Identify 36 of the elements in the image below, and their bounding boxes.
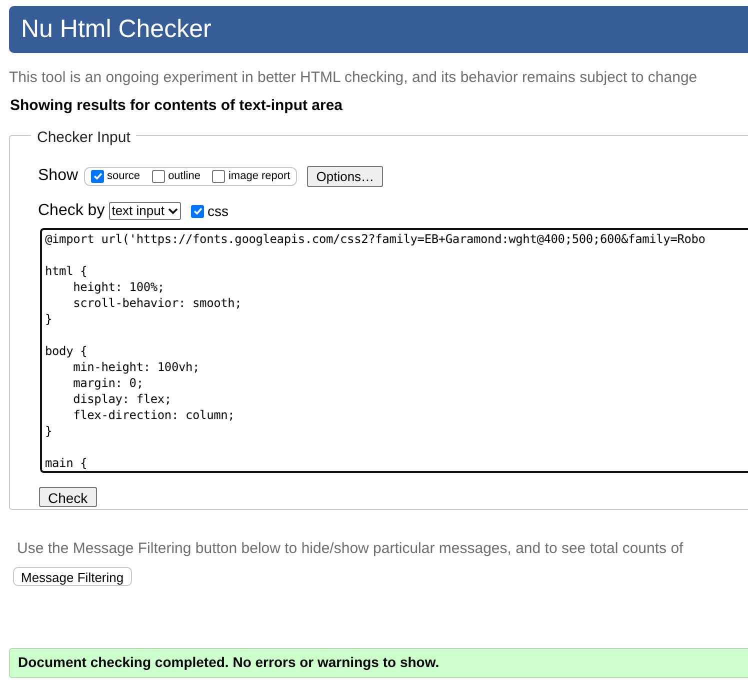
code-line: } bbox=[45, 311, 54, 327]
checkbox[interactable] bbox=[212, 170, 226, 182]
code-line: body { bbox=[45, 343, 88, 359]
checkbox[interactable] bbox=[91, 170, 104, 182]
check-by-select[interactable]: text input bbox=[108, 202, 182, 220]
code-line: display: flex; bbox=[72, 391, 172, 407]
message-filtering-button[interactable]: Message Filtering bbox=[13, 566, 132, 586]
code-line: html { bbox=[45, 263, 88, 279]
code-line: scroll-behavior: smooth; bbox=[72, 295, 243, 311]
chevron-down-icon bbox=[168, 208, 178, 214]
options-button[interactable]: Options… bbox=[307, 166, 384, 186]
checkmark-icon bbox=[92, 171, 103, 181]
code-line: margin: 0; bbox=[72, 375, 144, 391]
status-text: Document checking completed. No errors or warnings to show. bbox=[18, 653, 440, 672]
checkbox-label: outline bbox=[168, 168, 200, 184]
results-heading: Showing results for contents of text-input area bbox=[10, 96, 344, 116]
checkbox[interactable] bbox=[191, 204, 204, 218]
check-by-label: Check by bbox=[38, 201, 105, 221]
code-line: flex-direction: column; bbox=[72, 407, 236, 423]
code-line: @import url('https://fonts.googleapis.com/css2?family=EB+Garamond:wght@400;500;600&family=Robo bbox=[45, 231, 706, 247]
checkmark-icon bbox=[192, 206, 203, 216]
checkbox-label: source bbox=[107, 168, 140, 184]
code-textarea[interactable] bbox=[40, 228, 748, 473]
checkbox-label: css bbox=[207, 202, 228, 220]
show-label: Show bbox=[38, 166, 78, 186]
code-line: min-height: 100vh; bbox=[72, 359, 201, 375]
intro-text: This tool is an ongoing experiment in better HTML checking, and its behavior remains subject to change bbox=[9, 68, 698, 88]
code-line: height: 100%; bbox=[72, 279, 166, 295]
code-line: main { bbox=[45, 455, 88, 471]
checkbox[interactable] bbox=[152, 170, 166, 182]
fieldset-legend: Checker Input bbox=[31, 129, 136, 146]
code-line: } bbox=[45, 423, 54, 439]
checkbox-label: image report bbox=[228, 168, 290, 184]
check-button[interactable]: Check bbox=[39, 487, 97, 507]
page-title: Nu Html Checker bbox=[21, 17, 212, 42]
filter-note: Use the Message Filtering button below to hide/show particular messages, and to see total counts of bbox=[17, 539, 684, 559]
